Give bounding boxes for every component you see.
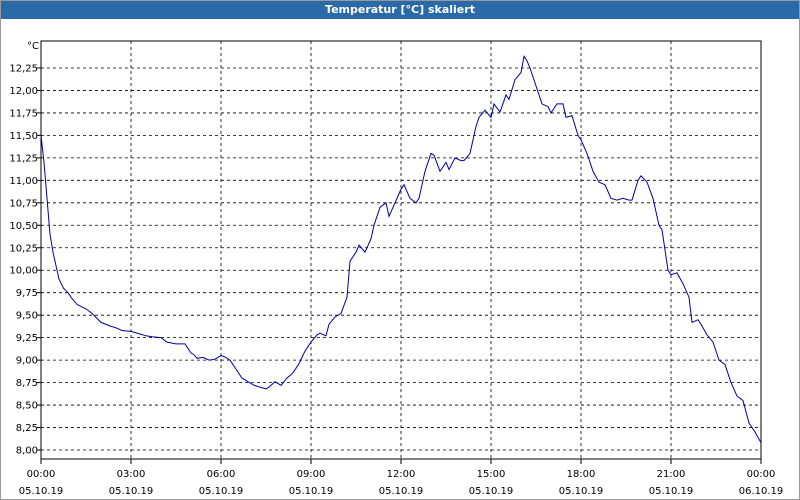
y-tick-label: 10,75 xyxy=(9,198,38,209)
y-tick-label: 9,75 xyxy=(16,288,38,299)
y-tick-label: 11,75 xyxy=(9,108,38,119)
x-tick-date-label: 05.10.19 xyxy=(559,486,604,497)
y-tick-label: 10,00 xyxy=(9,266,38,277)
window-title: Temperatur [°C] skaliert xyxy=(1,1,799,19)
x-tick-time-label: 12:00 xyxy=(387,469,416,480)
y-tick-label: 9,00 xyxy=(16,356,38,367)
x-tick-time-label: 00:00 xyxy=(747,469,776,480)
y-tick-label: 10,50 xyxy=(9,221,38,232)
x-tick-time-label: 21:00 xyxy=(657,469,686,480)
y-tick-label: 11,00 xyxy=(9,176,38,187)
x-tick-date-label: 05.10.19 xyxy=(469,486,514,497)
y-tick-label: 8,75 xyxy=(16,378,38,389)
x-tick-date-label: 05.10.19 xyxy=(649,486,694,497)
x-tick-date-label: 05.10.19 xyxy=(19,486,64,497)
x-tick-time-label: 09:00 xyxy=(297,469,326,480)
y-tick-label: 11,50 xyxy=(9,131,38,142)
x-tick-date-label: 05.10.19 xyxy=(289,486,334,497)
y-tick-label: 8,00 xyxy=(16,446,38,457)
y-tick-label: 9,25 xyxy=(16,333,38,344)
y-tick-label: 12,25 xyxy=(9,63,38,74)
x-tick-date-label: 05.10.19 xyxy=(379,486,424,497)
y-tick-label: 8,25 xyxy=(16,423,38,434)
chart-window: Temperatur [°C] skaliert °C 8,00 8,25 8,50… xyxy=(0,0,800,500)
x-tick-date-label: 05.10.19 xyxy=(109,486,154,497)
x-tick-time-label: 03:00 xyxy=(117,469,146,480)
x-tick-time-label: 00:00 xyxy=(27,469,56,480)
y-tick-label: 10,25 xyxy=(9,243,38,254)
y-tick-label: 11,25 xyxy=(9,153,38,164)
y-tick-label: 9,50 xyxy=(16,311,38,322)
y-tick-label: 8,50 xyxy=(16,401,38,412)
chart-area: °C 8,00 8,25 8,50 8,75 9,00 9,25 9,50 9,75 10,00… xyxy=(9,40,784,497)
x-tick-time-label: 15:00 xyxy=(477,469,506,480)
y-axis-unit-label: °C xyxy=(27,41,39,52)
y-axis-ticks: 8,00 8,25 8,50 8,75 9,00 9,25 9,50 9,75 10,00 10,… xyxy=(9,63,41,457)
x-tick-time-label: 18:00 xyxy=(567,469,596,480)
y-tick-label: 12,00 xyxy=(9,86,38,97)
x-tick-date-label: 05.10.19 xyxy=(199,486,244,497)
x-tick-time-label: 06:00 xyxy=(207,469,236,480)
x-tick-date-label: 06.10.19 xyxy=(739,486,784,497)
x-axis-ticks: 00:00 05.10.19 03:00 05.10.19 06:00 05.10.19 0… xyxy=(19,459,784,497)
grid-lines xyxy=(41,41,761,459)
